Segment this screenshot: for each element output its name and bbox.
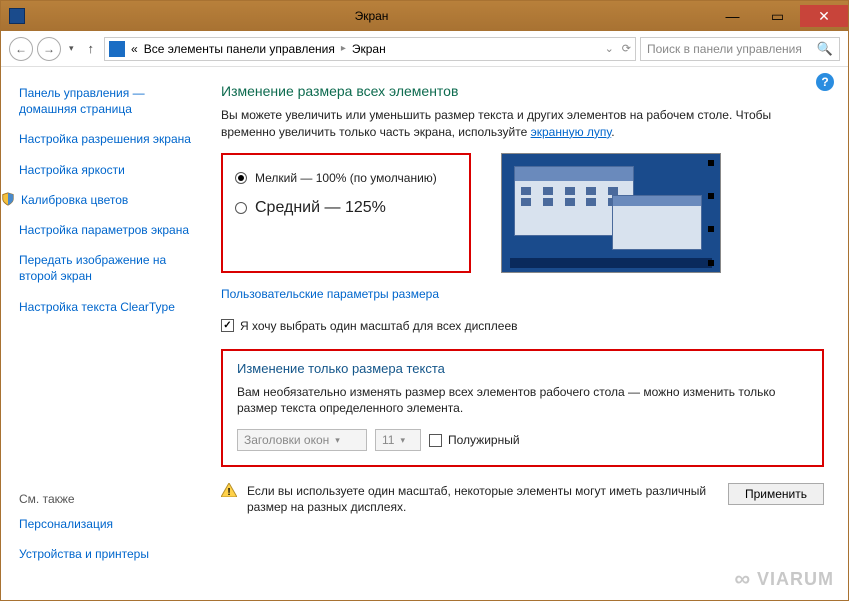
address-bar[interactable]: « Все элементы панели управления ▸ Экран… [104, 37, 636, 61]
warning-text: Если вы используете один масштаб, некото… [247, 483, 718, 515]
page-description: Вы можете увеличить или уменьшить размер… [221, 107, 824, 141]
chevron-down-icon[interactable]: ⌄ [605, 42, 614, 55]
chevron-down-icon: ▾ [400, 435, 405, 446]
search-input[interactable]: Поиск в панели управления 🔍 [640, 37, 840, 61]
breadcrumb-item[interactable]: Экран [352, 42, 386, 56]
text-size-combo[interactable]: 11▾ [375, 429, 421, 451]
section-title: Изменение только размера текста [237, 361, 808, 376]
warning-icon: ! [221, 483, 237, 497]
svg-text:!: ! [227, 487, 230, 497]
breadcrumb-item[interactable]: Все элементы панели управления [144, 42, 335, 56]
shield-icon [1, 192, 15, 206]
custom-size-link[interactable]: Пользовательские параметры размера [221, 287, 439, 301]
single-scale-label: Я хочу выбрать один масштаб для всех дис… [240, 319, 518, 333]
close-button[interactable]: ✕ [800, 5, 848, 27]
help-icon[interactable]: ? [816, 73, 834, 91]
radio-small-label: Мелкий — 100% (по умолчанию) [255, 171, 437, 185]
breadcrumb-separator: ▸ [341, 43, 346, 54]
titlebar: Экран — ▭ ✕ [1, 1, 848, 31]
preview-image [501, 153, 721, 273]
main-content: ? Изменение размера всех элементов Вы мо… [211, 67, 848, 600]
page-title: Изменение размера всех элементов [221, 83, 824, 99]
text-size-highlight: Изменение только размера текста Вам необ… [221, 349, 824, 468]
search-icon[interactable]: 🔍 [817, 41, 833, 57]
back-button[interactable]: ← [9, 37, 33, 61]
infinity-icon: ∞ [734, 566, 751, 592]
sidebar-item-params[interactable]: Настройка параметров экрана [19, 222, 199, 238]
sidebar-item-project[interactable]: Передать изображение на второй экран [19, 252, 199, 284]
sidebar: Панель управления — домашняя страница На… [1, 67, 211, 600]
navbar: ← → ▾ ↑ « Все элементы панели управления… [1, 31, 848, 67]
scaling-options-highlight: Мелкий — 100% (по умолчанию) Средний — 1… [221, 153, 471, 273]
bold-checkbox[interactable]: Полужирный [429, 433, 520, 447]
refresh-icon[interactable]: ⟳ [622, 42, 631, 55]
sidebar-item-resolution[interactable]: Настройка разрешения экрана [19, 131, 199, 147]
radio-icon [235, 172, 247, 184]
addressbar-icon [109, 41, 125, 57]
minimize-button[interactable]: — [710, 5, 755, 27]
text-target-combo[interactable]: Заголовки окон▾ [237, 429, 367, 451]
sidebar-item-cleartype[interactable]: Настройка текста ClearType [19, 299, 199, 315]
section-description: Вам необязательно изменять размер всех э… [237, 384, 808, 418]
radio-icon [235, 202, 247, 214]
chevron-down-icon: ▾ [335, 435, 340, 446]
apply-button[interactable]: Применить [728, 483, 824, 505]
checkbox-icon [429, 434, 442, 447]
radio-medium[interactable]: Средний — 125% [235, 199, 457, 217]
sidebar-footer-devices[interactable]: Устройства и принтеры [19, 546, 199, 562]
sidebar-footer-header: См. также [19, 492, 199, 506]
app-icon [9, 8, 25, 24]
magnifier-link[interactable]: экранную лупу [531, 125, 612, 139]
checkbox-icon [221, 319, 234, 332]
sidebar-item-home[interactable]: Панель управления — домашняя страница [19, 85, 199, 117]
sidebar-item-calibration[interactable]: Калибровка цветов [21, 192, 128, 208]
bold-label: Полужирный [448, 433, 520, 447]
up-button[interactable]: ↑ [88, 41, 95, 56]
breadcrumb-prefix: « [131, 42, 138, 56]
window-title: Экран [33, 9, 710, 23]
radio-medium-label: Средний — 125% [255, 199, 386, 217]
radio-small[interactable]: Мелкий — 100% (по умолчанию) [235, 171, 457, 185]
sidebar-item-brightness[interactable]: Настройка яркости [19, 162, 199, 178]
forward-button[interactable]: → [37, 37, 61, 61]
search-placeholder: Поиск в панели управления [647, 42, 802, 56]
sidebar-footer-personalization[interactable]: Персонализация [19, 516, 199, 532]
history-dropdown[interactable]: ▾ [69, 43, 74, 54]
single-scale-checkbox[interactable]: Я хочу выбрать один масштаб для всех дис… [221, 319, 824, 333]
watermark: ∞ VIARUM [734, 566, 834, 592]
maximize-button[interactable]: ▭ [755, 5, 800, 27]
